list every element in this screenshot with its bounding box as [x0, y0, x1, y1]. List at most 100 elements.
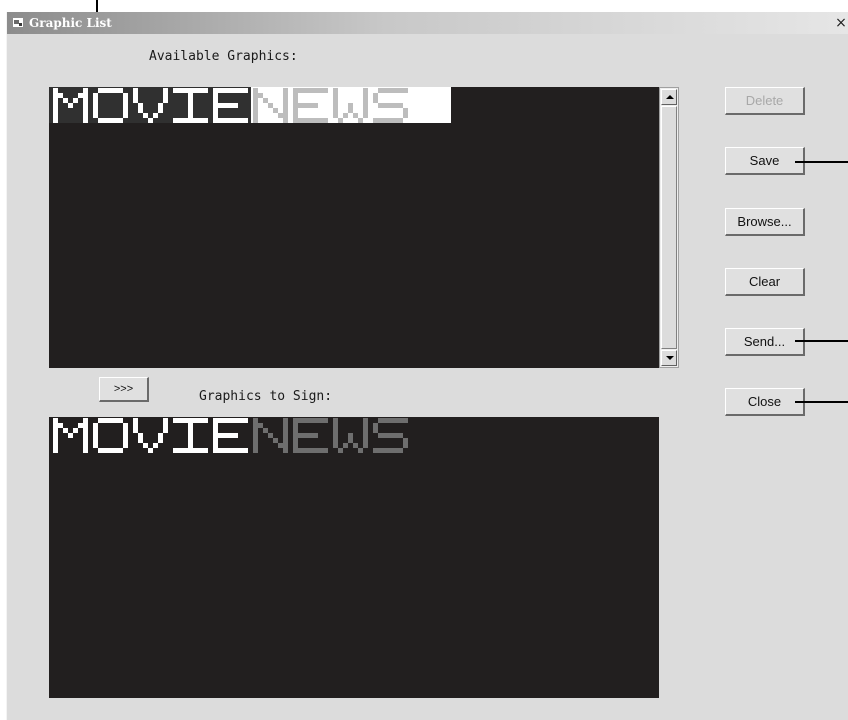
graphic-pixel	[283, 113, 288, 118]
graphic-pixel	[323, 448, 328, 453]
scroll-thumb[interactable]	[661, 106, 677, 349]
graphic-pixel	[188, 438, 193, 443]
graphic-pixel	[83, 98, 88, 103]
graphic-pixel	[223, 448, 228, 453]
graphic-pixel	[373, 93, 378, 98]
graphic-pixel	[263, 98, 268, 103]
graphic-pixel	[188, 118, 193, 123]
graphic-pixel	[373, 98, 378, 103]
graphic-pixel	[108, 418, 113, 423]
graphic-pixel	[53, 113, 58, 118]
graphic-pixel	[358, 118, 363, 123]
graphic-pixel	[188, 448, 193, 453]
graphic-pixel	[253, 98, 258, 103]
close-button[interactable]: Close	[725, 388, 805, 416]
graphic-pixel	[178, 418, 183, 423]
graphic-pixel	[158, 108, 163, 113]
graphic-pixel	[333, 93, 338, 98]
graphic-pixel	[253, 93, 258, 98]
graphic-pixel	[393, 448, 398, 453]
graphic-pixel	[83, 113, 88, 118]
graphic-pixel	[133, 88, 138, 93]
send-button[interactable]: Send...	[725, 328, 805, 356]
available-list-scrollbar[interactable]	[659, 87, 679, 368]
graphic-pixel	[123, 108, 128, 113]
graphic-pixel	[213, 448, 218, 453]
graphic-pixel	[118, 118, 123, 123]
transfer-to-sign-button[interactable]: >>>	[99, 377, 149, 402]
graphic-pixel	[53, 438, 58, 443]
graphic-pixel	[308, 433, 313, 438]
graphic-pixel	[308, 103, 313, 108]
graphic-pixel	[233, 448, 238, 453]
graphic-pixel	[53, 93, 58, 98]
graphic-pixel	[343, 443, 348, 448]
clear-button[interactable]: Clear	[725, 268, 805, 296]
graphic-pixel	[323, 418, 328, 423]
graphic-pixel	[228, 103, 233, 108]
graphic-pixel	[68, 103, 73, 108]
graphic-pixel	[218, 118, 223, 123]
graphic-pixel	[253, 88, 258, 93]
graphic-pixel	[318, 418, 323, 423]
graphic-pixel	[213, 443, 218, 448]
scroll-up-button[interactable]	[661, 89, 677, 105]
movie-news-graphic[interactable]	[49, 417, 451, 453]
graphic-pixel	[363, 443, 368, 448]
graphic-pixel	[158, 103, 163, 108]
graphic-pixel	[163, 423, 168, 428]
graphic-pixel	[373, 448, 378, 453]
scroll-down-button[interactable]	[661, 350, 677, 366]
graphic-pixel	[303, 418, 308, 423]
graphic-pixel	[53, 98, 58, 103]
close-window-icon[interactable]: ×	[833, 12, 848, 34]
graphic-pixel	[363, 418, 368, 423]
graphic-pixel	[163, 418, 168, 423]
graphic-pixel	[398, 433, 403, 438]
graphic-pixel	[198, 88, 203, 93]
delete-button[interactable]: Delete	[725, 87, 805, 115]
graphic-pixel	[363, 108, 368, 113]
graphic-pixel	[398, 418, 403, 423]
app-window-icon	[13, 18, 23, 27]
graphic-pixel	[93, 428, 98, 433]
graphic-pixel	[278, 443, 283, 448]
graphic-pixel	[113, 118, 118, 123]
movie-news-graphic-selected[interactable]	[49, 87, 451, 123]
graphic-pixel	[213, 98, 218, 103]
graphic-pixel	[253, 418, 258, 423]
title-bar[interactable]: Graphic List ×	[7, 12, 848, 34]
graphic-pixel	[348, 433, 353, 438]
available-graphics-list[interactable]	[49, 87, 659, 368]
graphic-pixel	[238, 448, 243, 453]
graphic-pixel	[258, 93, 263, 98]
graphic-pixel	[158, 433, 163, 438]
save-button[interactable]: Save	[725, 147, 805, 175]
browse-button[interactable]: Browse...	[725, 208, 805, 236]
graphic-pixel	[388, 88, 393, 93]
graphic-pixel	[283, 438, 288, 443]
graphic-pixel	[163, 93, 168, 98]
graphic-pixel	[138, 438, 143, 443]
graphic-pixel	[113, 418, 118, 423]
graphic-pixel	[53, 428, 58, 433]
graphic-pixel	[283, 443, 288, 448]
graphic-pixel	[223, 103, 228, 108]
graphics-to-sign-list[interactable]	[49, 417, 659, 698]
graphic-pixel	[213, 418, 218, 423]
graphic-pixel	[218, 433, 223, 438]
graphic-pixel	[83, 423, 88, 428]
graphic-pixel	[63, 98, 68, 103]
graphic-pixel	[293, 433, 298, 438]
graphic-pixel	[123, 443, 128, 448]
graphic-pixel	[253, 108, 258, 113]
graphic-pixel	[238, 118, 243, 123]
graphic-pixel	[83, 108, 88, 113]
graphic-pixel	[123, 438, 128, 443]
callout-line-save	[795, 161, 848, 163]
graphic-pixel	[243, 118, 248, 123]
graphic-pixel	[183, 118, 188, 123]
graphic-pixel	[233, 103, 238, 108]
graphic-pixel	[188, 93, 193, 98]
graphic-pixel	[393, 418, 398, 423]
